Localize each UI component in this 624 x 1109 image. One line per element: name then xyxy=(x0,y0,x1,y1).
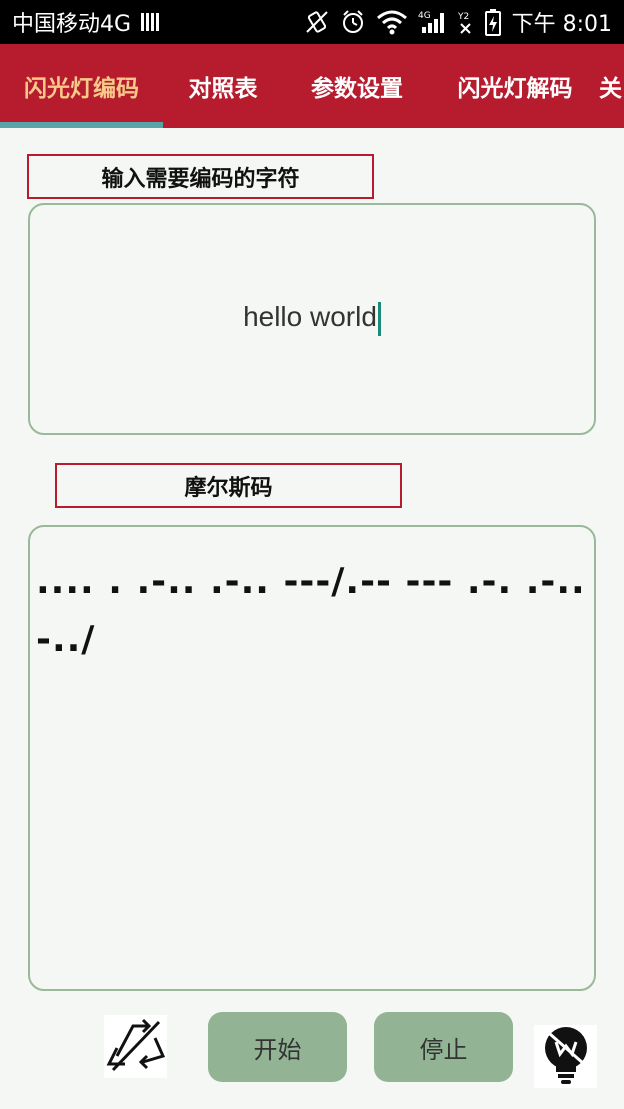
input-value-line: hello world xyxy=(30,301,594,336)
alarm-icon xyxy=(340,9,366,35)
morse-label: 摩尔斯码 xyxy=(55,463,402,508)
carrier-label: 中国移动4G xyxy=(12,12,132,37)
svg-text:4G: 4G xyxy=(418,11,431,21)
no-sim-signal-icon: Y2 xyxy=(458,9,474,35)
flashlight-toggle-button[interactable] xyxy=(534,1025,597,1088)
tab-bar: 闪光灯编码 对照表 参数设置 闪光灯解码 关 xyxy=(0,44,624,128)
tab-flash-encode[interactable]: 闪光灯编码 xyxy=(0,44,163,128)
wifi-icon xyxy=(376,9,408,35)
flashlight-off-icon xyxy=(536,1024,596,1090)
input-label-text: 输入需要编码的字符 xyxy=(101,166,300,192)
start-button-label: 开始 xyxy=(253,1035,302,1064)
input-value: hello world xyxy=(243,301,377,332)
notification-icon xyxy=(139,11,161,33)
svg-text:Y2: Y2 xyxy=(458,12,469,22)
input-text-area[interactable]: hello world xyxy=(28,203,596,435)
tab-settings[interactable]: 参数设置 xyxy=(283,44,431,128)
tab-flash-decode[interactable]: 闪光灯解码 xyxy=(431,44,599,128)
input-label: 输入需要编码的字符 xyxy=(27,154,374,199)
status-bar: 中国移动4G 4G Y2 下午 8:01 xyxy=(0,0,624,44)
text-cursor xyxy=(377,301,381,336)
stop-button[interactable]: 停止 xyxy=(374,1012,513,1082)
tab-indicator xyxy=(0,122,163,128)
morse-output-area[interactable]: .... . .-.. .-.. ---/.-- --- .-. .-.. -.… xyxy=(28,525,596,991)
auto-rotate-off-button[interactable] xyxy=(104,1015,167,1078)
stop-button-label: 停止 xyxy=(419,1035,468,1064)
morse-output-text: .... . .-.. .-.. ---/.-- --- .-. .-.. -.… xyxy=(36,561,586,660)
clock-label: 下午 8:01 xyxy=(511,12,612,37)
tab-about[interactable]: 关 xyxy=(599,44,624,128)
vibrate-icon xyxy=(304,9,330,35)
morse-label-text: 摩尔斯码 xyxy=(184,475,273,501)
signal-4g-icon: 4G xyxy=(418,9,448,35)
tab-reference-table[interactable]: 对照表 xyxy=(163,44,283,128)
start-button[interactable]: 开始 xyxy=(208,1012,347,1082)
battery-charging-icon xyxy=(484,8,502,36)
auto-rotate-off-icon xyxy=(105,1014,167,1080)
